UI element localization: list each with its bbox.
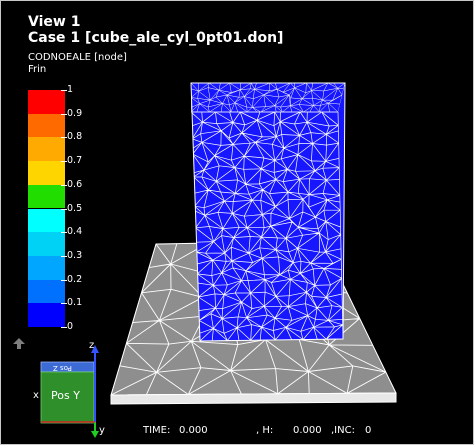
triad-x-label: x <box>33 390 39 401</box>
legend-tick-label: 1 <box>67 84 74 95</box>
legend-band <box>28 208 65 233</box>
legend-tick-label: 0.8 <box>67 131 83 143</box>
variable-label: CODNOEALE [node] <box>28 52 127 63</box>
legend-tick-label: 0.1 <box>67 297 83 309</box>
legend-tick-label: 0.3 <box>67 249 83 261</box>
legend-band <box>28 137 65 162</box>
triad-y-label: y <box>99 425 105 436</box>
mesh-scene[interactable] <box>1 1 474 445</box>
legend-tick-label: 0.4 <box>67 226 83 238</box>
legend-band <box>28 161 65 185</box>
triad-z-label: z <box>89 340 95 351</box>
time-label: TIME: <box>143 425 171 436</box>
legend-band <box>28 232 65 256</box>
legend-tick-label: 0.6 <box>67 178 83 190</box>
view-title: View 1 <box>28 14 81 30</box>
orientation-triad[interactable] <box>13 338 99 438</box>
legend-tick-label: 0.2 <box>67 273 83 285</box>
3d-viewport[interactable]: View 1 Case 1 [cube_ale_cyl_0pt01.don] C… <box>0 0 474 445</box>
triad-y-arrow <box>91 431 99 438</box>
triad-top-face-label: Pos Z <box>53 364 72 372</box>
time-value: 0.000 <box>179 425 208 436</box>
triad-front-face-label: Pos Y <box>51 389 80 402</box>
legend-band <box>28 184 65 209</box>
inc-value: 0 <box>365 425 372 436</box>
legend-band <box>28 113 65 138</box>
h-value: 0.000 <box>293 425 322 436</box>
case-title: Case 1 [cube_ale_cyl_0pt01.don] <box>28 30 284 46</box>
legend-tick-label: 0 <box>67 321 74 332</box>
inc-label: ,INC: <box>331 425 355 436</box>
legend-band <box>28 303 65 327</box>
legend-tick-label: 0.5 <box>67 202 83 214</box>
field-label: Frin <box>28 64 47 75</box>
legend-band <box>28 255 65 280</box>
legend-tick-label: 0.7 <box>67 155 83 167</box>
legend-band <box>28 90 65 114</box>
legend-tick-label: 0.9 <box>67 107 83 119</box>
home-arrow-icon[interactable] <box>13 338 25 349</box>
legend-band <box>28 279 65 304</box>
h-label: , H: <box>256 425 274 436</box>
